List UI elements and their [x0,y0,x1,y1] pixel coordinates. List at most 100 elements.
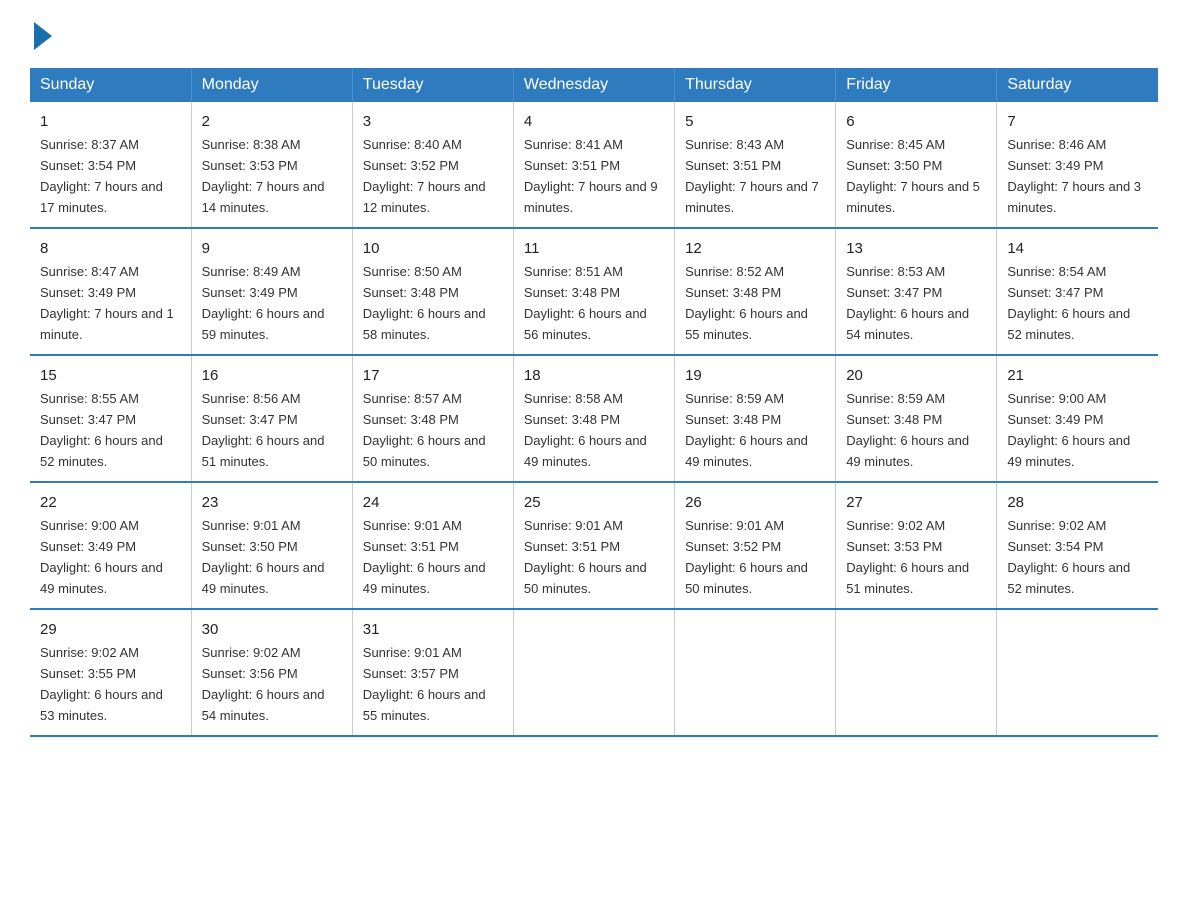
day-info: Sunrise: 9:02 AMSunset: 3:53 PMDaylight:… [846,518,969,596]
day-info: Sunrise: 9:01 AMSunset: 3:51 PMDaylight:… [363,518,486,596]
week-row-1: 1Sunrise: 8:37 AMSunset: 3:54 PMDaylight… [30,102,1158,228]
day-info: Sunrise: 9:01 AMSunset: 3:57 PMDaylight:… [363,645,486,723]
day-info: Sunrise: 9:01 AMSunset: 3:52 PMDaylight:… [685,518,808,596]
day-number: 24 [363,491,503,514]
header-sunday: Sunday [30,68,191,102]
day-number: 21 [1007,364,1148,387]
calendar-cell: 9 Sunrise: 8:49 AMSunset: 3:49 PMDaylight… [191,228,352,355]
day-info: Sunrise: 9:02 AMSunset: 3:56 PMDaylight:… [202,645,325,723]
day-number: 4 [524,110,664,133]
calendar-cell [513,609,674,736]
logo-arrow-icon [34,22,52,50]
day-number: 7 [1007,110,1148,133]
calendar-cell: 7 Sunrise: 8:46 AMSunset: 3:49 PMDaylight… [997,102,1158,228]
calendar-cell: 27 Sunrise: 9:02 AMSunset: 3:53 PMDayligh… [836,482,997,609]
calendar-cell: 19 Sunrise: 8:59 AMSunset: 3:48 PMDayligh… [675,355,836,482]
week-row-5: 29 Sunrise: 9:02 AMSunset: 3:55 PMDayligh… [30,609,1158,736]
day-info: Sunrise: 8:43 AMSunset: 3:51 PMDaylight:… [685,137,819,215]
calendar-cell: 17 Sunrise: 8:57 AMSunset: 3:48 PMDayligh… [352,355,513,482]
header-wednesday: Wednesday [513,68,674,102]
page-header [30,20,1158,50]
calendar-cell: 10 Sunrise: 8:50 AMSunset: 3:48 PMDayligh… [352,228,513,355]
calendar-cell: 20Sunrise: 8:59 AMSunset: 3:48 PMDayligh… [836,355,997,482]
calendar-cell: 29 Sunrise: 9:02 AMSunset: 3:55 PMDayligh… [30,609,191,736]
day-number: 11 [524,237,664,260]
calendar-cell: 28 Sunrise: 9:02 AMSunset: 3:54 PMDayligh… [997,482,1158,609]
calendar-cell [997,609,1158,736]
day-info: Sunrise: 8:53 AMSunset: 3:47 PMDaylight:… [846,264,969,342]
calendar-cell: 16 Sunrise: 8:56 AMSunset: 3:47 PMDayligh… [191,355,352,482]
day-info: Sunrise: 9:01 AMSunset: 3:50 PMDaylight:… [202,518,325,596]
day-number: 26 [685,491,825,514]
day-number: 8 [40,237,181,260]
day-number: 16 [202,364,342,387]
day-info: Sunrise: 8:54 AMSunset: 3:47 PMDaylight:… [1007,264,1130,342]
week-row-2: 8 Sunrise: 8:47 AMSunset: 3:49 PMDaylight… [30,228,1158,355]
day-info: Sunrise: 8:57 AMSunset: 3:48 PMDaylight:… [363,391,486,469]
calendar-cell: 15Sunrise: 8:55 AMSunset: 3:47 PMDayligh… [30,355,191,482]
day-info: Sunrise: 8:45 AMSunset: 3:50 PMDaylight:… [846,137,980,215]
day-info: Sunrise: 8:59 AMSunset: 3:48 PMDaylight:… [846,391,969,469]
calendar-cell: 5 Sunrise: 8:43 AMSunset: 3:51 PMDaylight… [675,102,836,228]
calendar-cell: 21 Sunrise: 9:00 AMSunset: 3:49 PMDayligh… [997,355,1158,482]
day-number: 25 [524,491,664,514]
header-row: Sunday Monday Tuesday Wednesday Thursday… [30,68,1158,102]
calendar-cell: 4 Sunrise: 8:41 AMSunset: 3:51 PMDaylight… [513,102,674,228]
calendar-cell [836,609,997,736]
calendar-cell: 24 Sunrise: 9:01 AMSunset: 3:51 PMDayligh… [352,482,513,609]
day-info: Sunrise: 8:51 AMSunset: 3:48 PMDaylight:… [524,264,647,342]
calendar-cell: 23Sunrise: 9:01 AMSunset: 3:50 PMDayligh… [191,482,352,609]
header-friday: Friday [836,68,997,102]
day-number: 1 [40,110,181,133]
day-number: 27 [846,491,986,514]
header-tuesday: Tuesday [352,68,513,102]
day-info: Sunrise: 8:47 AMSunset: 3:49 PMDaylight:… [40,264,174,342]
day-number: 19 [685,364,825,387]
calendar-cell: 30 Sunrise: 9:02 AMSunset: 3:56 PMDayligh… [191,609,352,736]
calendar-cell: 14 Sunrise: 8:54 AMSunset: 3:47 PMDayligh… [997,228,1158,355]
header-thursday: Thursday [675,68,836,102]
calendar-table: Sunday Monday Tuesday Wednesday Thursday… [30,68,1158,737]
day-info: Sunrise: 9:00 AMSunset: 3:49 PMDaylight:… [40,518,163,596]
day-info: Sunrise: 9:02 AMSunset: 3:54 PMDaylight:… [1007,518,1130,596]
day-info: Sunrise: 8:56 AMSunset: 3:47 PMDaylight:… [202,391,325,469]
day-info: Sunrise: 8:58 AMSunset: 3:48 PMDaylight:… [524,391,647,469]
day-number: 22 [40,491,181,514]
calendar-cell: 12Sunrise: 8:52 AMSunset: 3:48 PMDayligh… [675,228,836,355]
day-number: 29 [40,618,181,641]
calendar-cell: 26 Sunrise: 9:01 AMSunset: 3:52 PMDayligh… [675,482,836,609]
header-saturday: Saturday [997,68,1158,102]
day-number: 13 [846,237,986,260]
day-number: 30 [202,618,342,641]
day-number: 28 [1007,491,1148,514]
calendar-cell: 8 Sunrise: 8:47 AMSunset: 3:49 PMDaylight… [30,228,191,355]
day-number: 2 [202,110,342,133]
week-row-3: 15Sunrise: 8:55 AMSunset: 3:47 PMDayligh… [30,355,1158,482]
day-info: Sunrise: 8:40 AMSunset: 3:52 PMDaylight:… [363,137,486,215]
day-info: Sunrise: 8:55 AMSunset: 3:47 PMDaylight:… [40,391,163,469]
day-number: 18 [524,364,664,387]
day-number: 9 [202,237,342,260]
day-number: 10 [363,237,503,260]
day-number: 5 [685,110,825,133]
calendar-cell: 18 Sunrise: 8:58 AMSunset: 3:48 PMDayligh… [513,355,674,482]
calendar-cell: 6 Sunrise: 8:45 AMSunset: 3:50 PMDaylight… [836,102,997,228]
calendar-cell [675,609,836,736]
calendar-cell: 2Sunrise: 8:38 AMSunset: 3:53 PMDaylight… [191,102,352,228]
day-info: Sunrise: 8:46 AMSunset: 3:49 PMDaylight:… [1007,137,1141,215]
day-number: 17 [363,364,503,387]
day-info: Sunrise: 8:49 AMSunset: 3:49 PMDaylight:… [202,264,325,342]
calendar-cell: 13 Sunrise: 8:53 AMSunset: 3:47 PMDayligh… [836,228,997,355]
logo [30,20,54,50]
day-info: Sunrise: 8:50 AMSunset: 3:48 PMDaylight:… [363,264,486,342]
day-number: 6 [846,110,986,133]
calendar-cell: 22 Sunrise: 9:00 AMSunset: 3:49 PMDayligh… [30,482,191,609]
day-info: Sunrise: 9:02 AMSunset: 3:55 PMDaylight:… [40,645,163,723]
day-number: 3 [363,110,503,133]
day-info: Sunrise: 9:00 AMSunset: 3:49 PMDaylight:… [1007,391,1130,469]
day-number: 14 [1007,237,1148,260]
day-info: Sunrise: 8:59 AMSunset: 3:48 PMDaylight:… [685,391,808,469]
day-info: Sunrise: 8:41 AMSunset: 3:51 PMDaylight:… [524,137,658,215]
calendar-cell: 3 Sunrise: 8:40 AMSunset: 3:52 PMDaylight… [352,102,513,228]
day-number: 31 [363,618,503,641]
